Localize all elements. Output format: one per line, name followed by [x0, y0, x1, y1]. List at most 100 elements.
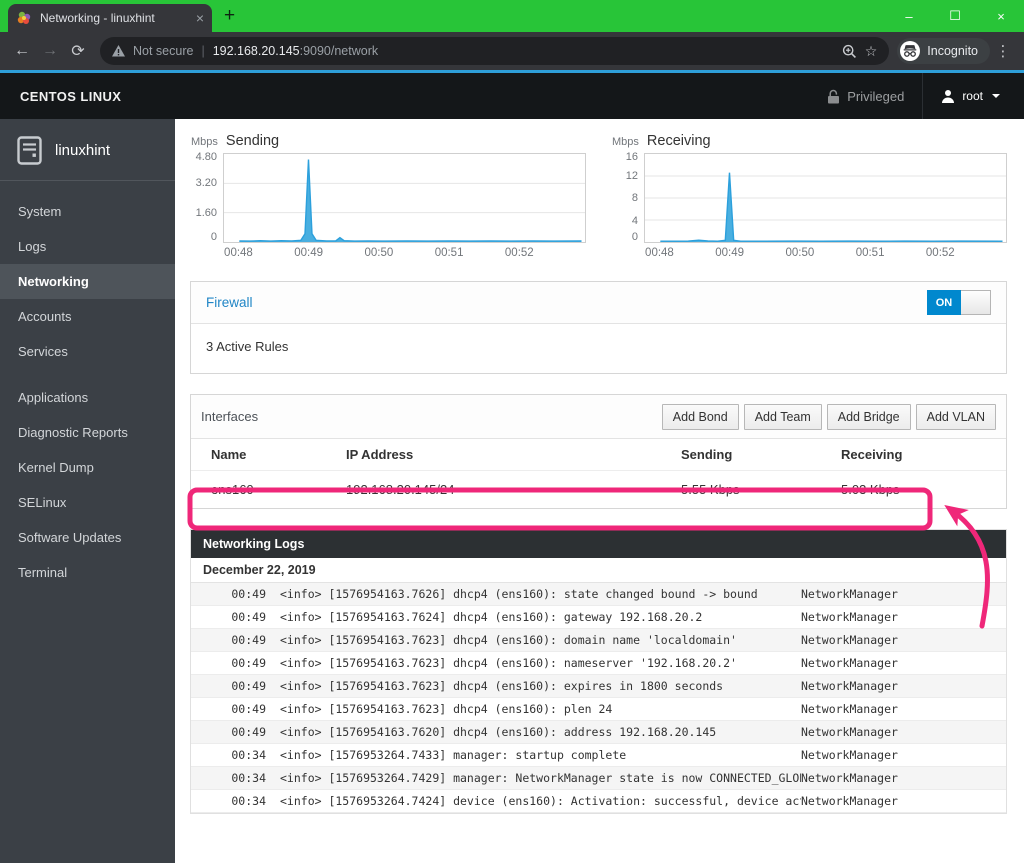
- log-source: NetworkManager: [801, 725, 898, 739]
- firewall-toggle[interactable]: ON: [927, 290, 991, 315]
- bookmark-star-icon[interactable]: ☆: [865, 43, 878, 60]
- log-row[interactable]: 00:49 <info> [1576954163.7623] dhcp4 (en…: [191, 652, 1006, 675]
- privileged-label: Privileged: [847, 88, 905, 104]
- log-row[interactable]: 00:49 <info> [1576954163.7620] dhcp4 (en…: [191, 721, 1006, 744]
- log-source: NetworkManager: [801, 748, 898, 762]
- tab-title: Networking - linuxhint: [40, 11, 155, 25]
- log-time: 00:49: [231, 725, 266, 739]
- browser-tab[interactable]: Networking - linuxhint ×: [8, 4, 212, 32]
- add-vlan-button[interactable]: Add VLAN: [915, 403, 996, 430]
- logs-date-header: December 22, 2019: [191, 558, 1006, 583]
- log-message: <info> [1576954163.7623] dhcp4 (ens160):…: [280, 702, 613, 716]
- iface-receiving: 5.03 Kbps: [841, 482, 900, 497]
- iface-sending: 5.55 Kbps: [681, 482, 740, 497]
- sidebar: linuxhint System Logs Networking Accounts Se…: [0, 119, 175, 863]
- log-message: <info> [1576953264.7429] manager: Networ…: [280, 771, 801, 785]
- receiving-plot-area: [644, 153, 1007, 243]
- sending-chart-unit: Mbps: [191, 136, 218, 148]
- log-time: 00:34: [231, 771, 266, 785]
- log-time: 00:49: [231, 656, 266, 670]
- server-icon: [17, 136, 42, 165]
- add-team-button[interactable]: Add Team: [743, 403, 822, 430]
- sidebar-item-selinux[interactable]: SELinux: [0, 485, 175, 520]
- user-name: root: [962, 89, 983, 103]
- firewall-panel: Firewall ON 3 Active Rules: [190, 281, 1007, 374]
- log-row[interactable]: 00:49 <info> [1576954163.7623] dhcp4 (en…: [191, 698, 1006, 721]
- sidebar-item-accounts[interactable]: Accounts: [0, 299, 175, 334]
- col-receiving: Receiving: [841, 447, 903, 462]
- sending-plot-area: [223, 153, 586, 243]
- sidebar-item-services[interactable]: Services: [0, 334, 175, 369]
- firewall-rules-summary: 3 Active Rules: [206, 339, 289, 354]
- sidebar-item-networking[interactable]: Networking: [0, 264, 175, 299]
- incognito-badge[interactable]: Incognito: [897, 38, 990, 64]
- iface-ip: 192.168.20.145/24: [346, 482, 455, 497]
- maximize-button[interactable]: ☐: [932, 0, 978, 32]
- reload-button[interactable]: ⟳: [64, 41, 92, 61]
- log-message: <info> [1576954163.7623] dhcp4 (ens160):…: [280, 679, 724, 693]
- host-selector[interactable]: linuxhint: [0, 119, 175, 180]
- log-row[interactable]: 00:49 <info> [1576954163.7623] dhcp4 (en…: [191, 629, 1006, 652]
- sidebar-item-kernel-dump[interactable]: Kernel Dump: [0, 450, 175, 485]
- incognito-label: Incognito: [927, 44, 978, 58]
- logs-title: Networking Logs: [191, 530, 1006, 558]
- new-tab-button[interactable]: +: [224, 5, 235, 27]
- warning-icon: [112, 45, 125, 57]
- log-row[interactable]: 00:49 <info> [1576954163.7626] dhcp4 (en…: [191, 583, 1006, 606]
- log-time: 00:49: [231, 587, 266, 601]
- log-message: <info> [1576954163.7620] dhcp4 (ens160):…: [280, 725, 717, 739]
- chevron-down-icon: [992, 94, 1000, 98]
- favicon-linuxhint-icon: [17, 11, 31, 24]
- window-controls: – ☐ ×: [886, 0, 1024, 32]
- log-message: <info> [1576954163.7624] dhcp4 (ens160):…: [280, 610, 703, 624]
- zoom-icon[interactable]: [842, 44, 857, 59]
- log-message: <info> [1576954163.7623] dhcp4 (ens160):…: [280, 633, 737, 647]
- log-row[interactable]: 00:34 <info> [1576953264.7429] manager: …: [191, 767, 1006, 790]
- sidebar-item-system[interactable]: System: [0, 194, 175, 229]
- add-bond-button[interactable]: Add Bond: [661, 403, 739, 430]
- log-time: 00:34: [231, 794, 266, 808]
- log-row[interactable]: 00:34 <info> [1576953264.7424] device (e…: [191, 790, 1006, 813]
- masthead: CENTOS LINUX Privileged root: [0, 73, 1024, 119]
- privileged-button[interactable]: Privileged: [809, 89, 922, 104]
- incognito-icon: [900, 41, 921, 61]
- sidebar-item-diagnostic-reports[interactable]: Diagnostic Reports: [0, 415, 175, 450]
- log-source: NetworkManager: [801, 679, 898, 693]
- sending-x-axis: 00:48 00:49 00:50 00:51 00:52: [224, 247, 534, 259]
- forward-button[interactable]: →: [36, 42, 64, 60]
- tab-close-icon[interactable]: ×: [196, 11, 204, 25]
- toggle-knob: [961, 290, 991, 315]
- back-button[interactable]: ←: [8, 42, 36, 60]
- app-body: linuxhint System Logs Networking Accounts Se…: [0, 119, 1024, 863]
- sidebar-item-terminal[interactable]: Terminal: [0, 555, 175, 590]
- url-text: 192.168.20.145:9090/network: [213, 44, 378, 58]
- receiving-chart-unit: Mbps: [612, 136, 639, 148]
- close-button[interactable]: ×: [978, 0, 1024, 32]
- browser-menu-icon[interactable]: ⋮: [990, 42, 1016, 60]
- log-row[interactable]: 00:49 <info> [1576954163.7623] dhcp4 (en…: [191, 675, 1006, 698]
- traffic-charts: Mbps Sending 0 1.60 3.20 4.80 00:48 00:49 00:…: [190, 133, 1007, 261]
- receiving-chart: Mbps Receiving 0 4 8 12 16 00:48 00:49 00:50 00…: [611, 133, 1007, 261]
- interfaces-table-header: Name IP Address Sending Receiving: [191, 439, 1006, 471]
- sidebar-item-logs[interactable]: Logs: [0, 229, 175, 264]
- log-time: 00:49: [231, 633, 266, 647]
- log-row[interactable]: 00:49 <info> [1576954163.7624] dhcp4 (en…: [191, 606, 1006, 629]
- log-source: NetworkManager: [801, 702, 898, 716]
- sidebar-item-applications[interactable]: Applications: [0, 380, 175, 415]
- user-icon: [942, 90, 955, 103]
- firewall-link[interactable]: Firewall: [206, 295, 253, 310]
- interface-row-ens160[interactable]: ens160 192.168.20.145/24 5.55 Kbps 5.03 …: [191, 471, 1006, 508]
- add-bridge-button[interactable]: Add Bridge: [826, 403, 911, 430]
- user-menu-button[interactable]: root: [923, 89, 1004, 103]
- receiving-x-axis: 00:48 00:49 00:50 00:51 00:52: [645, 247, 955, 259]
- sidebar-item-software-updates[interactable]: Software Updates: [0, 520, 175, 555]
- address-bar[interactable]: Not secure | 192.168.20.145:9090/network…: [100, 37, 890, 65]
- url-host: 192.168.20.145: [212, 44, 300, 58]
- interfaces-title: Interfaces: [201, 409, 259, 424]
- address-divider: |: [201, 44, 205, 58]
- host-name: linuxhint: [55, 142, 111, 159]
- minimize-button[interactable]: –: [886, 0, 932, 32]
- log-row[interactable]: 00:34 <info> [1576953264.7433] manager: …: [191, 744, 1006, 767]
- interfaces-panel: Interfaces Add Bond Add Team Add Bridge …: [190, 394, 1007, 509]
- receiving-y-axis: 0 4 8 12 16: [625, 151, 638, 243]
